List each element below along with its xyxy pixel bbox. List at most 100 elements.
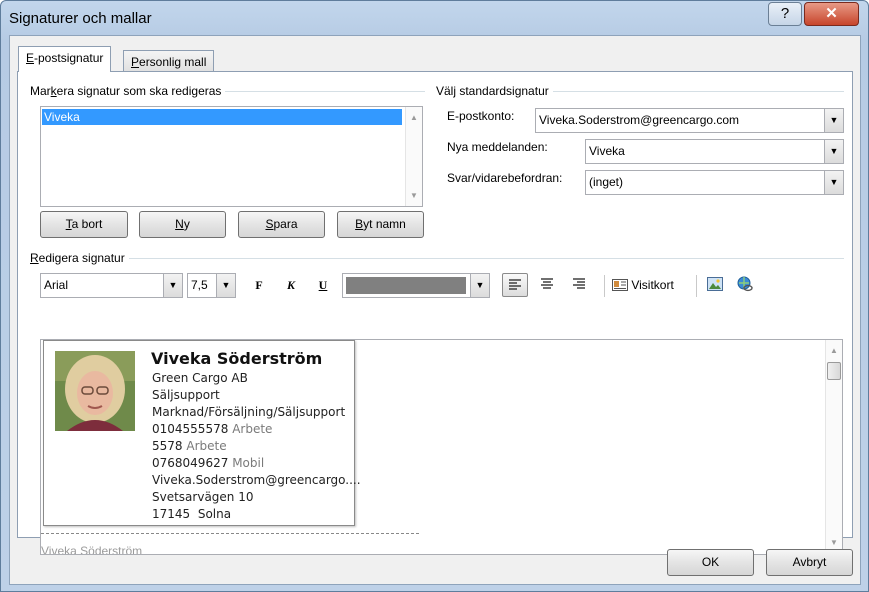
person-photo-icon bbox=[55, 351, 135, 431]
rename-button-label: yt namn bbox=[363, 217, 406, 231]
chevron-down-icon[interactable]: ▼ bbox=[470, 274, 489, 297]
card-department: Marknad/Försäljning/Säljsupport bbox=[152, 405, 346, 419]
new-messages-select[interactable]: Viveka ▼ bbox=[585, 139, 844, 164]
picture-icon bbox=[707, 277, 723, 291]
color-swatch bbox=[346, 277, 466, 294]
dialog-window: Signaturer och mallar ? ✕ E-postsignatur… bbox=[0, 0, 869, 592]
card-phone-2: 5578 Arbete bbox=[152, 439, 227, 453]
tab-personal-template-key: P bbox=[131, 55, 140, 69]
edit-signature-line bbox=[30, 258, 844, 259]
replies-select-value: (inget) bbox=[589, 175, 624, 189]
new-messages-select-value: Viveka bbox=[589, 144, 625, 158]
underline-button[interactable]: U bbox=[310, 273, 336, 297]
toolbar-separator bbox=[696, 275, 697, 297]
chevron-down-icon[interactable]: ▼ bbox=[163, 274, 182, 297]
align-center-button[interactable] bbox=[534, 273, 560, 297]
vcard-label: Visitkort bbox=[631, 278, 674, 292]
contact-photo bbox=[55, 351, 135, 431]
delete-button-label: a bort bbox=[71, 217, 103, 231]
account-select[interactable]: Viveka.Soderstrom@greencargo.com ▼ bbox=[535, 108, 844, 133]
editor-dashed-line bbox=[41, 533, 419, 534]
replies-label: Svar/vidarebefordran: bbox=[447, 171, 563, 185]
edit-signature-label: Redigera signatur bbox=[30, 251, 129, 265]
vcard-button[interactable]: Visitkort bbox=[612, 273, 692, 297]
new-button[interactable]: Ny bbox=[139, 211, 226, 238]
chevron-down-icon[interactable]: ▼ bbox=[824, 109, 843, 132]
card-company: Green Cargo AB bbox=[152, 371, 248, 385]
scroll-down-icon[interactable]: ▼ bbox=[410, 191, 418, 200]
insert-hyperlink-button[interactable] bbox=[732, 273, 758, 297]
card-phone-3-type: Mobil bbox=[232, 456, 265, 470]
font-select[interactable]: Arial ▼ bbox=[40, 273, 183, 298]
help-button[interactable]: ? bbox=[768, 2, 802, 26]
hyperlink-icon bbox=[737, 276, 753, 292]
italic-button[interactable]: K bbox=[278, 273, 304, 297]
card-phone-2-number: 5578 bbox=[152, 439, 183, 453]
card-phone-1-number: 0104555578 bbox=[152, 422, 229, 436]
signature-list[interactable]: Viveka ▲ ▼ bbox=[40, 106, 423, 207]
new-messages-label: Nya meddelanden: bbox=[447, 140, 548, 154]
account-label: E-postkonto: bbox=[447, 109, 515, 123]
card-city: Solna bbox=[197, 507, 232, 521]
edit-signature-label-key: R bbox=[30, 251, 39, 265]
window-title: Signaturer och mallar bbox=[9, 10, 152, 27]
card-phone-3: 0768049627 Mobil bbox=[152, 456, 264, 470]
scroll-thumb[interactable] bbox=[827, 362, 841, 380]
save-button[interactable]: Spara bbox=[238, 211, 325, 238]
replies-select[interactable]: (inget) ▼ bbox=[585, 170, 844, 195]
editor-scrollbar[interactable]: ▲ ▼ bbox=[825, 340, 842, 554]
account-select-value: Viveka.Soderstrom@greencargo.com bbox=[539, 113, 740, 127]
card-postal-city: 17145 Solna bbox=[152, 507, 231, 521]
card-phone-1-type: Arbete bbox=[232, 422, 273, 436]
delete-button[interactable]: Ta bort bbox=[40, 211, 128, 238]
card-street: Svetsarvägen 10 bbox=[152, 490, 254, 504]
close-button[interactable]: ✕ bbox=[804, 2, 859, 26]
card-phone-3-number: 0768049627 bbox=[152, 456, 229, 470]
title-bar: Signaturer och mallar ? ✕ bbox=[1, 1, 868, 35]
scroll-up-icon[interactable]: ▲ bbox=[410, 113, 418, 122]
tab-email-signature-label: -postsignatur bbox=[34, 51, 104, 65]
signature-list-scrollbar[interactable]: ▲ ▼ bbox=[405, 107, 422, 206]
rename-button-key: B bbox=[355, 217, 364, 231]
business-card: Viveka Söderström Green Cargo AB Säljsup… bbox=[43, 340, 361, 526]
font-size-select[interactable]: 7,5 ▼ bbox=[187, 273, 236, 298]
edit-group-label: Markera signatur som ska redigeras bbox=[30, 84, 226, 98]
default-group-label: Välj standardsignatur bbox=[436, 84, 553, 98]
font-select-value: Arial bbox=[44, 278, 69, 292]
chevron-down-icon[interactable]: ▼ bbox=[216, 274, 235, 297]
chevron-down-icon[interactable]: ▼ bbox=[824, 171, 843, 194]
align-right-icon bbox=[573, 278, 585, 289]
font-color-select[interactable]: ▼ bbox=[342, 273, 490, 298]
bold-button[interactable]: F bbox=[246, 273, 272, 297]
chevron-down-icon[interactable]: ▼ bbox=[824, 140, 843, 163]
editor-name-text: Viveka Söderström bbox=[41, 544, 143, 555]
scroll-up-icon[interactable]: ▲ bbox=[830, 346, 838, 355]
toolbar-separator bbox=[604, 275, 605, 297]
insert-picture-button[interactable] bbox=[702, 273, 728, 297]
ok-button[interactable]: OK bbox=[667, 549, 754, 576]
card-title: Säljsupport bbox=[152, 388, 220, 402]
cancel-button[interactable]: Avbryt bbox=[766, 549, 853, 576]
rename-button[interactable]: Byt namn bbox=[337, 211, 424, 238]
signature-editor[interactable]: Viveka Söderström Green Cargo AB Säljsup… bbox=[40, 339, 843, 555]
edit-signature-label-rest: edigera signatur bbox=[38, 251, 125, 265]
align-right-button[interactable] bbox=[566, 273, 592, 297]
signature-list-item[interactable]: Viveka bbox=[42, 109, 402, 125]
dialog-client: E-postsignatur Personlig mall Markera si… bbox=[9, 35, 861, 585]
tab-email-signature[interactable]: E-postsignatur bbox=[18, 46, 112, 72]
tab-personal-template-label: ersonlig mall bbox=[139, 55, 207, 69]
font-size-select-value: 7,5 bbox=[191, 278, 208, 292]
tab-email-signature-key: E bbox=[26, 51, 35, 65]
edit-group-label-pre: Mar bbox=[30, 84, 51, 98]
align-center-icon bbox=[541, 278, 553, 289]
card-postal: 17145 bbox=[152, 507, 191, 521]
new-button-key: N bbox=[175, 217, 184, 231]
align-left-icon bbox=[509, 279, 521, 290]
align-left-button[interactable] bbox=[502, 273, 528, 297]
save-button-label: para bbox=[273, 217, 298, 231]
edit-group-label-post: era signatur som ska redigeras bbox=[56, 84, 222, 98]
card-email: Viveka.Soderstrom@greencargo.... bbox=[152, 473, 361, 487]
tab-panel: Markera signatur som ska redigeras Vivek… bbox=[17, 71, 853, 555]
scroll-down-icon[interactable]: ▼ bbox=[830, 538, 838, 547]
vcard-icon bbox=[612, 279, 628, 291]
